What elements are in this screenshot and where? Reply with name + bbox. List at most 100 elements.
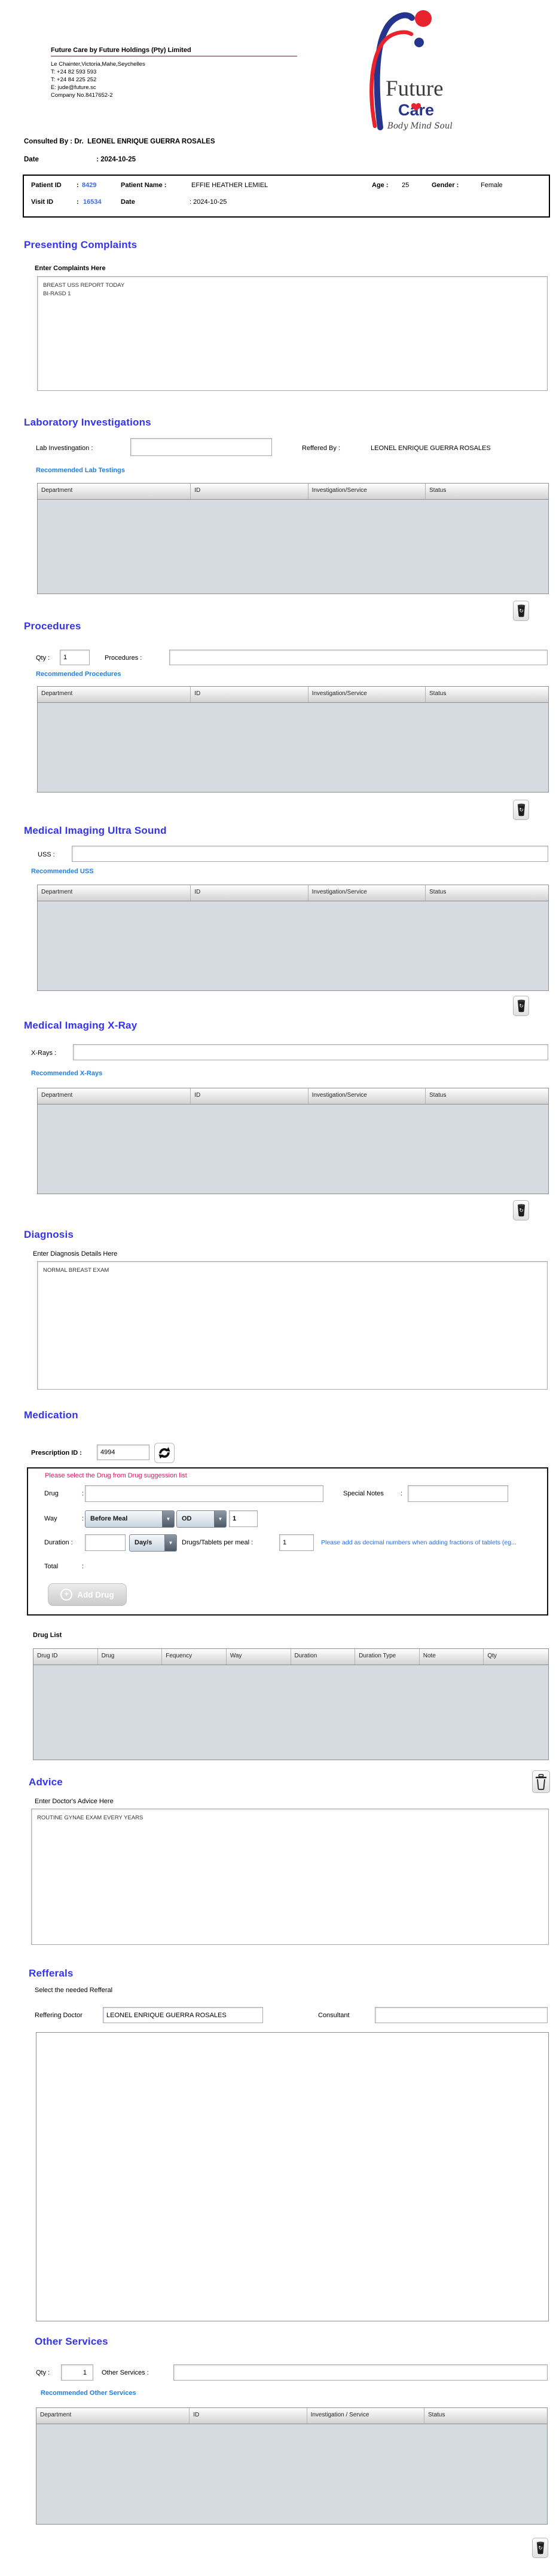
other-services-qty-input[interactable]: [61, 2364, 93, 2381]
procedures-title: Procedures: [24, 620, 81, 632]
lab-delete-button[interactable]: ↻: [513, 601, 529, 621]
date-value: : 2024-10-25: [96, 156, 136, 163]
visit-id-colon: :: [77, 198, 79, 206]
uss-col-department: Department: [38, 885, 191, 901]
refferals-title: Refferals: [29, 1968, 74, 1979]
referred-by-value: LEONEL ENRIQUE GUERRA ROSALES: [371, 445, 491, 452]
xray-title: Medical Imaging X-Ray: [24, 1020, 138, 1031]
xray-col-investigation: Investigation/Service: [308, 1088, 426, 1104]
company-email: E: jude@future.sc: [51, 84, 96, 91]
refferals-list-box[interactable]: [36, 2032, 549, 2321]
advice-input-label: Enter Doctor's Advice Here: [35, 1798, 114, 1805]
lab-investigation-input[interactable]: [130, 438, 272, 456]
presenting-complaints-title: Presenting Complaints: [24, 239, 138, 250]
complaints-input-label: Enter Complaints Here: [35, 265, 106, 272]
reffering-doctor-input[interactable]: [103, 2007, 263, 2023]
reffering-doctor-label: Reffering Doctor: [35, 2012, 83, 2019]
procedures-qty-input[interactable]: [60, 650, 90, 665]
diagnosis-title: Diagnosis: [24, 1229, 74, 1240]
recommended-lab-testings-link[interactable]: Recommended Lab Testings: [36, 467, 125, 474]
prescription-id-input[interactable]: [97, 1445, 149, 1460]
total-colon: :: [82, 1563, 84, 1570]
drug-list-table[interactable]: Drug ID Drug Fequency Way Duration Durat…: [33, 1648, 549, 1760]
medication-title: Medication: [24, 1409, 78, 1421]
other-services-delete-button[interactable]: ↻: [532, 2538, 548, 2558]
xray-col-department: Department: [38, 1088, 191, 1104]
other-col-investigation: Investigation / Service: [307, 2408, 424, 2424]
recommended-other-services-link[interactable]: Recommended Other Services: [41, 2390, 136, 2397]
way-frequency-value: OD: [182, 1515, 192, 1522]
uss-input[interactable]: [72, 846, 548, 862]
duration-unit-value: Day/s: [135, 1539, 152, 1546]
patient-info-box: Patient ID : 8429 Patient Name : EFFIE H…: [23, 175, 550, 218]
prescription-refresh-button[interactable]: [154, 1443, 175, 1463]
uss-table[interactable]: Department ID Investigation/Service Stat…: [37, 885, 549, 991]
drug-input[interactable]: [85, 1485, 323, 1502]
drug-col-frequency: Fequency: [162, 1649, 227, 1665]
recommended-xrays-link[interactable]: Recommended X-Rays: [31, 1070, 102, 1077]
procedures-input[interactable]: [169, 650, 548, 665]
xray-input[interactable]: [73, 1044, 548, 1060]
uss-field-label: USS :: [38, 851, 55, 858]
refresh-icon: [158, 1447, 170, 1459]
chevron-down-icon: ▼: [162, 1511, 174, 1527]
per-meal-input[interactable]: [279, 1534, 314, 1551]
svg-text:↻: ↻: [519, 1207, 524, 1213]
drug-list-table-header: Drug ID Drug Fequency Way Duration Durat…: [33, 1649, 548, 1665]
lab-col-department: Department: [38, 484, 191, 499]
diagnosis-textarea[interactable]: NORMAL BREAST EXAM: [37, 1261, 548, 1390]
procedures-col-department: Department: [38, 687, 191, 702]
company-address: Le Chainter,Victoria,Mahe,Seychelles: [51, 61, 145, 68]
drug-col-drug: Drug: [98, 1649, 163, 1665]
patient-name-value: EFFIE HEATHER LEMIEL: [191, 182, 268, 189]
procedures-table[interactable]: Department ID Investigation/Service Stat…: [37, 686, 549, 793]
uss-delete-button[interactable]: ↻: [513, 996, 529, 1016]
way-qty-input[interactable]: [229, 1510, 258, 1527]
xray-delete-button[interactable]: ↻: [513, 1200, 529, 1220]
xray-table[interactable]: Department ID Investigation/Service Stat…: [37, 1088, 549, 1194]
lab-col-status: Status: [429, 487, 447, 494]
patient-id-colon: :: [77, 182, 79, 189]
svg-text:↻: ↻: [519, 1003, 524, 1009]
consultant-input[interactable]: [375, 2007, 548, 2023]
decimal-note: Please add as decimal numbers when addin…: [321, 1539, 517, 1546]
prescription-id-label: Prescription ID :: [31, 1449, 82, 1457]
drug-list-delete-button[interactable]: [532, 1770, 550, 1793]
add-drug-button[interactable]: + Add Drug: [48, 1583, 127, 1606]
procedures-field-label: Procedures :: [105, 654, 142, 662]
svg-text:↻: ↻: [519, 807, 524, 813]
plus-circle-icon: +: [60, 1589, 73, 1601]
advice-textarea[interactable]: ROUTINE GYNAE EXAM EVERY YEARS: [31, 1809, 549, 1945]
date-label: Date: [24, 156, 39, 163]
patient-id-value: 8429: [82, 182, 97, 189]
duration-input[interactable]: [85, 1534, 126, 1551]
trash-bin-icon: ↻: [517, 803, 525, 816]
total-label: Total: [44, 1563, 59, 1570]
drug-colon: :: [82, 1490, 84, 1497]
complaints-textarea[interactable]: BREAST USS REPORT TODAY BI-RASD 1: [37, 276, 548, 391]
other-services-input[interactable]: [173, 2364, 548, 2381]
other-services-table[interactable]: Department ID Investigation / Service St…: [36, 2407, 548, 2525]
age-label: Age :: [372, 182, 389, 189]
trash-bin-icon: ↻: [517, 999, 525, 1012]
lab-table-header: Department ID Investigation/Service Stat…: [38, 484, 548, 500]
recommended-uss-link[interactable]: Recommended USS: [31, 868, 94, 875]
consultant-label: Consultant: [318, 2012, 350, 2019]
company-phone-1: T: +24 82 593 593: [51, 69, 97, 75]
company-number: Company No.8417652-2: [51, 92, 113, 99]
gender-label: Gender :: [432, 182, 459, 189]
lab-col-id: ID: [191, 484, 308, 499]
age-value: 25: [402, 182, 410, 189]
procedures-delete-button[interactable]: ↻: [513, 800, 529, 820]
duration-unit-select[interactable]: Day/s ▼: [129, 1534, 177, 1552]
way-meal-value: Before Meal: [90, 1515, 128, 1522]
drug-label: Drug: [44, 1490, 59, 1497]
lab-testings-table[interactable]: Department ID Investigation/Service Stat…: [37, 483, 549, 594]
consultation-report-page: Future Care by Future Holdings (Pty) Lim…: [0, 0, 556, 2576]
way-frequency-select[interactable]: OD ▼: [176, 1510, 227, 1528]
visit-id-value: 16534: [83, 198, 102, 206]
special-notes-input[interactable]: [408, 1485, 508, 1502]
recommended-procedures-link[interactable]: Recommended Procedures: [36, 671, 121, 678]
way-meal-select[interactable]: Before Meal ▼: [85, 1510, 175, 1528]
refferals-subtitle: Select the needed Refferal: [35, 1987, 113, 1994]
